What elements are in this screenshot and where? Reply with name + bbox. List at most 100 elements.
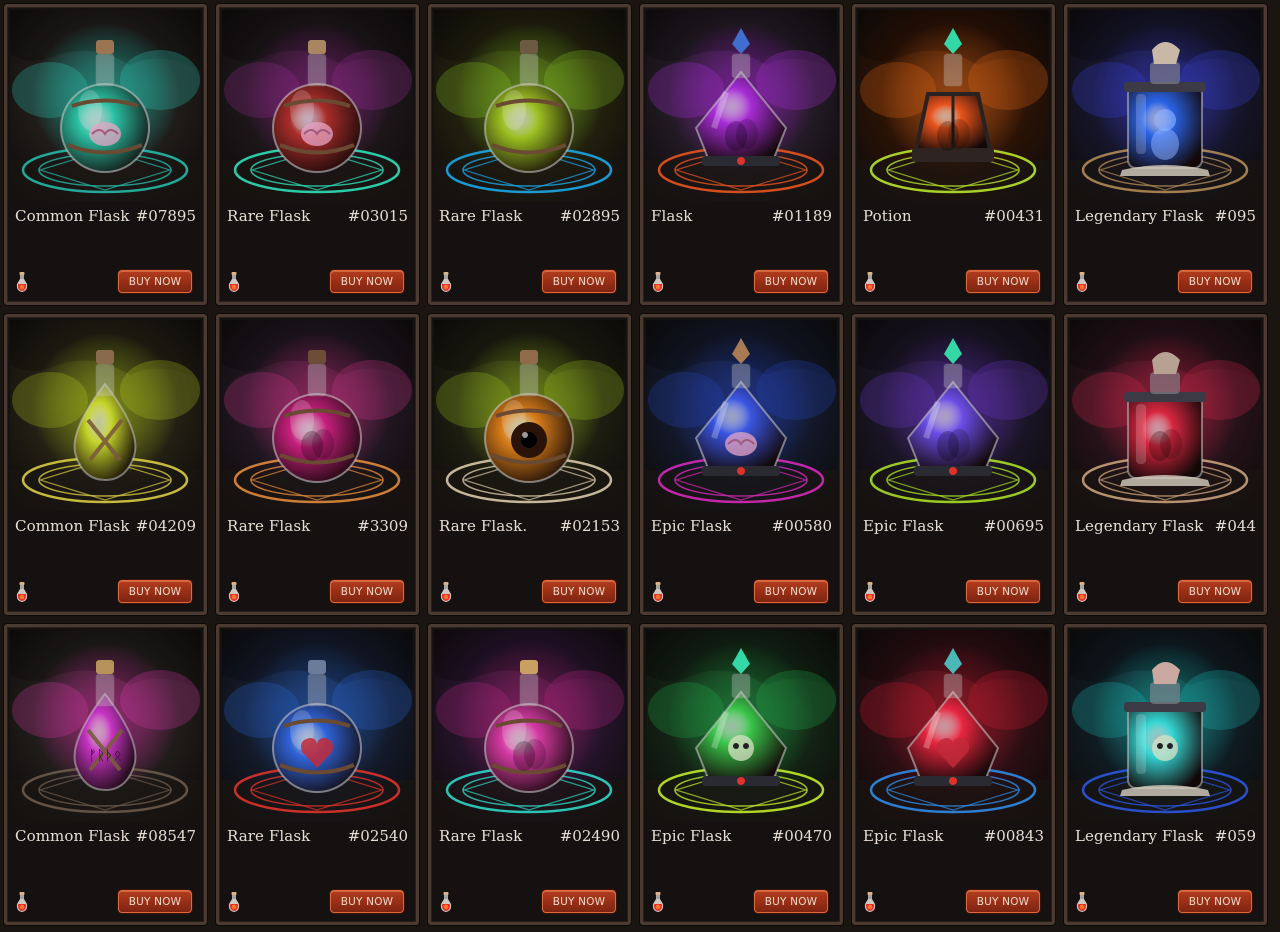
flask-card[interactable]: Common Flask #04209 BUY NOW — [4, 314, 207, 615]
flask-id: #00580 — [771, 517, 832, 535]
buy-now-button[interactable]: BUY NOW — [118, 580, 192, 603]
flask-card[interactable]: Epic Flask #00580 BUY NOW — [640, 314, 843, 615]
buy-now-button[interactable]: BUY NOW — [118, 890, 192, 913]
flask-card[interactable]: Epic Flask #00695 BUY NOW — [852, 314, 1055, 615]
flask-id: #02490 — [559, 827, 620, 845]
card-title-row: Flask #01189 — [651, 207, 832, 225]
card-title-row: Common Flask #04209 — [15, 517, 196, 535]
flask-card[interactable]: Rare Flask #02490 BUY NOW — [428, 624, 631, 925]
card-footer: BUY NOW — [15, 890, 192, 913]
potion-icon — [864, 271, 876, 292]
flask-name: Rare Flask — [227, 207, 311, 225]
buy-now-button[interactable]: BUY NOW — [754, 270, 828, 293]
flask-card[interactable]: Flask #01189 BUY NOW — [640, 4, 843, 305]
flask-image[interactable] — [646, 10, 837, 201]
buy-now-button[interactable]: BUY NOW — [1178, 270, 1252, 293]
buy-now-button[interactable]: BUY NOW — [966, 890, 1040, 913]
buy-now-button[interactable]: BUY NOW — [754, 890, 828, 913]
potion-icon — [228, 581, 240, 602]
buy-now-button[interactable]: BUY NOW — [330, 270, 404, 293]
flask-card[interactable]: Potion #00431 BUY NOW — [852, 4, 1055, 305]
buy-now-button[interactable]: BUY NOW — [1178, 890, 1252, 913]
flask-id: #3309 — [357, 517, 408, 535]
card-title-row: Rare Flask #02490 — [439, 827, 620, 845]
buy-now-button[interactable]: BUY NOW — [754, 580, 828, 603]
flask-image[interactable] — [434, 10, 625, 201]
flask-card[interactable]: Rare Flask. #02153 BUY NOW — [428, 314, 631, 615]
flask-id: #01189 — [771, 207, 832, 225]
potion-icon — [652, 891, 664, 912]
flask-id: #04209 — [135, 517, 196, 535]
potion-icon — [440, 271, 452, 292]
potion-icon — [1076, 581, 1088, 602]
buy-now-button[interactable]: BUY NOW — [966, 270, 1040, 293]
buy-now-button[interactable]: BUY NOW — [330, 890, 404, 913]
flask-card[interactable]: Epic Flask #00470 BUY NOW — [640, 624, 843, 925]
flask-image[interactable] — [858, 10, 1049, 201]
card-footer: BUY NOW — [15, 580, 192, 603]
buy-now-button[interactable]: BUY NOW — [1178, 580, 1252, 603]
potion-icon — [864, 891, 876, 912]
flask-id: #08547 — [135, 827, 196, 845]
flask-image[interactable]: ᚠᚱᚦᛟ — [10, 630, 201, 821]
buy-now-button[interactable]: BUY NOW — [542, 580, 616, 603]
card-footer: BUY NOW — [1075, 580, 1252, 603]
buy-now-button[interactable]: BUY NOW — [542, 270, 616, 293]
flask-image[interactable] — [646, 630, 837, 821]
flask-image[interactable] — [858, 320, 1049, 511]
card-footer: BUY NOW — [651, 890, 828, 913]
card-footer: BUY NOW — [1075, 890, 1252, 913]
buy-now-button[interactable]: BUY NOW — [118, 270, 192, 293]
flask-card[interactable]: Legendary Flask #095 BUY NOW — [1064, 4, 1267, 305]
card-title-row: Legendary Flask #059 — [1075, 827, 1256, 845]
flask-image[interactable] — [646, 320, 837, 511]
flask-name: Legendary Flask — [1075, 827, 1204, 845]
potion-icon — [228, 891, 240, 912]
card-footer: BUY NOW — [863, 890, 1040, 913]
potion-icon — [1076, 891, 1088, 912]
card-title-row: Rare Flask #03015 — [227, 207, 408, 225]
buy-now-button[interactable]: BUY NOW — [330, 580, 404, 603]
potion-icon — [440, 581, 452, 602]
flask-image[interactable] — [434, 630, 625, 821]
flask-card[interactable]: Rare Flask #03015 BUY NOW — [216, 4, 419, 305]
flask-card[interactable]: Rare Flask #02540 BUY NOW — [216, 624, 419, 925]
flask-card[interactable]: ᚠᚱᚦᛟ Common Flask #08547 BUY NOW — [4, 624, 207, 925]
potion-icon — [16, 581, 28, 602]
card-footer: BUY NOW — [863, 270, 1040, 293]
flask-card[interactable]: Legendary Flask #044 BUY NOW — [1064, 314, 1267, 615]
card-footer: BUY NOW — [439, 270, 616, 293]
flask-name: Flask — [651, 207, 693, 225]
flask-image[interactable] — [1070, 630, 1261, 821]
flask-card[interactable]: Rare Flask #02895 BUY NOW — [428, 4, 631, 305]
card-title-row: Epic Flask #00470 — [651, 827, 832, 845]
card-title-row: Epic Flask #00580 — [651, 517, 832, 535]
flask-image[interactable] — [222, 630, 413, 821]
buy-now-button[interactable]: BUY NOW — [542, 890, 616, 913]
flask-image[interactable] — [434, 320, 625, 511]
flask-image[interactable] — [1070, 10, 1261, 201]
flask-image[interactable] — [858, 630, 1049, 821]
flask-card[interactable]: Common Flask #07895 BUY NOW — [4, 4, 207, 305]
flask-card[interactable]: Legendary Flask #059 BUY NOW — [1064, 624, 1267, 925]
card-footer: BUY NOW — [439, 890, 616, 913]
buy-now-button[interactable]: BUY NOW — [966, 580, 1040, 603]
flask-id: #07895 — [135, 207, 196, 225]
flask-name: Rare Flask — [439, 207, 523, 225]
card-footer: BUY NOW — [227, 270, 404, 293]
flask-image[interactable] — [10, 10, 201, 201]
potion-icon — [16, 891, 28, 912]
card-footer: BUY NOW — [227, 890, 404, 913]
flask-id: #00470 — [771, 827, 832, 845]
flask-image[interactable] — [222, 10, 413, 201]
card-title-row: Rare Flask. #02153 — [439, 517, 620, 535]
flask-name: Common Flask — [15, 207, 130, 225]
card-footer: BUY NOW — [227, 580, 404, 603]
card-footer: BUY NOW — [439, 580, 616, 603]
flask-image[interactable] — [222, 320, 413, 511]
flask-card[interactable]: Rare Flask #3309 BUY NOW — [216, 314, 419, 615]
flask-image[interactable] — [1070, 320, 1261, 511]
flask-name: Legendary Flask — [1075, 517, 1204, 535]
flask-image[interactable] — [10, 320, 201, 511]
flask-card[interactable]: Epic Flask #00843 BUY NOW — [852, 624, 1055, 925]
